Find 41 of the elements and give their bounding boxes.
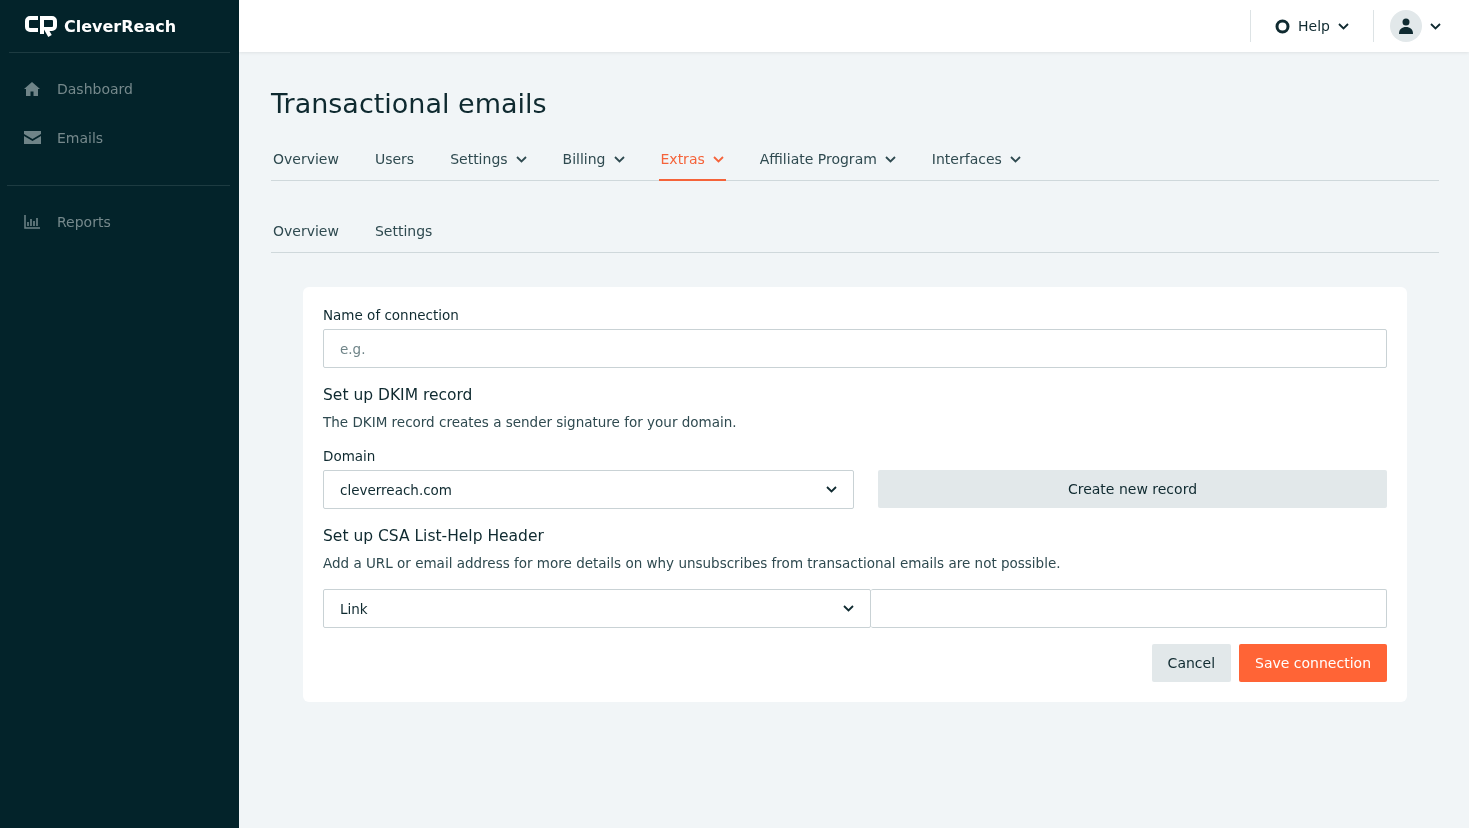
help-menu-button[interactable]: Help bbox=[1250, 10, 1373, 42]
nav-tab[interactable]: Users bbox=[372, 139, 417, 181]
name-input-field[interactable]: e.g. bbox=[323, 329, 1387, 368]
section-heading: Set up DKIM record bbox=[323, 386, 474, 404]
link-type-dropdown[interactable]: Link bbox=[323, 589, 871, 628]
house-icon bbox=[23, 80, 41, 97]
logo-icon bbox=[24, 14, 58, 38]
chevron-down-icon bbox=[1009, 155, 1021, 163]
field-label: Domain bbox=[323, 448, 377, 464]
chevron-down-icon bbox=[826, 486, 837, 493]
lifebuoy-icon bbox=[1275, 18, 1291, 34]
avatar-icon bbox=[1390, 10, 1422, 42]
envelope-icon bbox=[23, 131, 41, 144]
cancel-button[interactable]: Cancel bbox=[1151, 644, 1232, 682]
logo-text: CleverReach bbox=[64, 16, 177, 36]
nav-tab[interactable]: Settings bbox=[448, 139, 529, 181]
section-description: Add a URL or email address for more details on why unsubscribes from transactional emails are not possible. bbox=[323, 555, 1062, 571]
chevron-down-icon bbox=[712, 155, 724, 163]
sidebar-item[interactable]: Emails bbox=[7, 113, 230, 162]
section-heading: Set up CSA List-Help Header bbox=[323, 527, 545, 545]
field-label: Name of connection bbox=[323, 307, 460, 323]
nav-tab[interactable]: Overview bbox=[271, 139, 341, 181]
nav-tab[interactable]: Overview bbox=[271, 211, 341, 253]
nav-tab[interactable]: Interfaces bbox=[929, 139, 1023, 181]
create-record-button[interactable]: Create new record bbox=[878, 470, 1387, 508]
sidebar-item[interactable]: Reports bbox=[7, 197, 230, 246]
nav-tab[interactable]: Affiliate Program bbox=[757, 139, 898, 181]
chevron-down-icon bbox=[1430, 22, 1441, 30]
chevron-down-icon bbox=[515, 155, 527, 163]
nav-tab[interactable]: Settings bbox=[372, 211, 435, 253]
section-description: The DKIM record creates a sender signature for your domain. bbox=[323, 414, 738, 430]
domain-dropdown[interactable]: cleverreach.com bbox=[323, 470, 854, 509]
chevron-down-icon bbox=[843, 605, 854, 612]
bar-chart-icon bbox=[24, 214, 40, 229]
page-title: Transactional emails bbox=[271, 88, 548, 119]
nav-tab[interactable]: Billing bbox=[560, 139, 627, 181]
sidebar-item[interactable]: Dashboard bbox=[7, 64, 230, 113]
url-input-field[interactable] bbox=[871, 589, 1387, 628]
chevron-down-icon bbox=[1338, 22, 1349, 30]
chevron-down-icon bbox=[884, 155, 896, 163]
chevron-down-icon bbox=[613, 155, 625, 163]
